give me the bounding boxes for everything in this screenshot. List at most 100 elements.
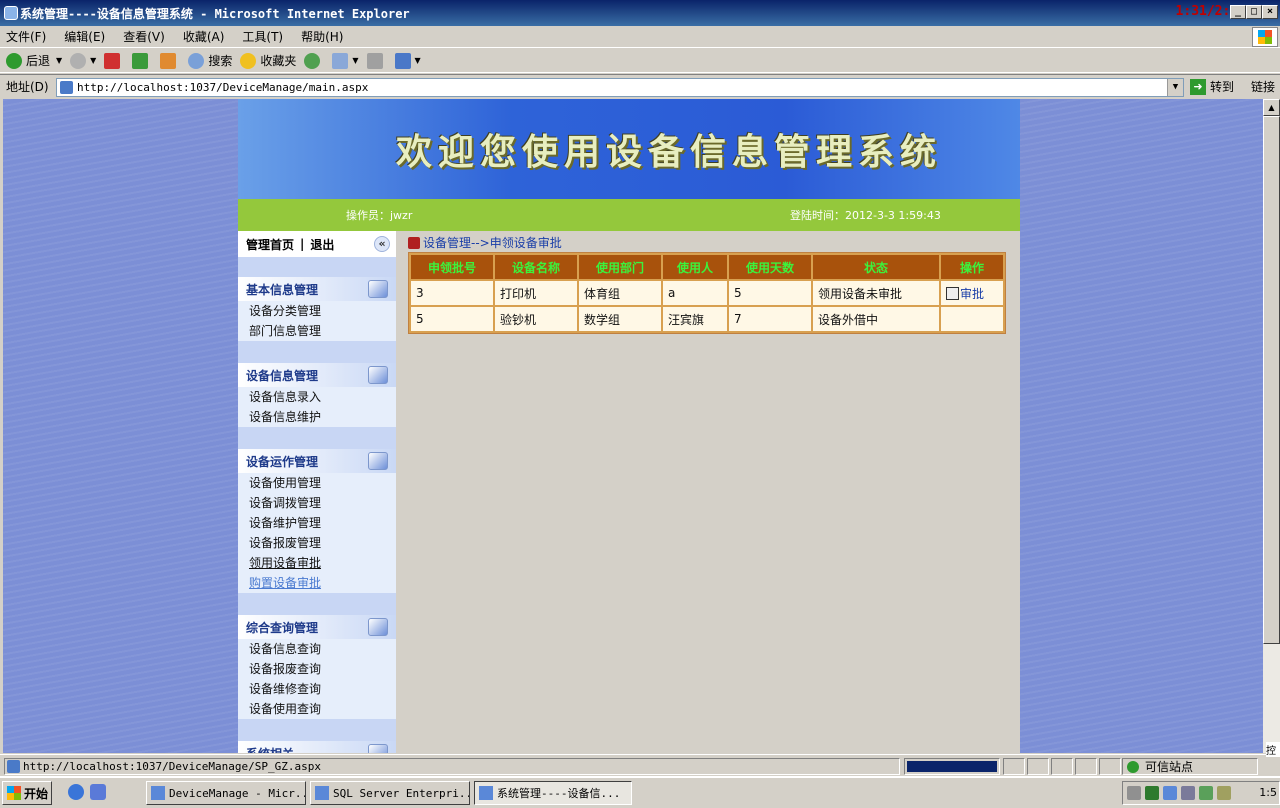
favorites-button[interactable]: 收藏夹 [240,52,296,69]
section-header[interactable]: 系统相关 [238,741,396,753]
window-titlebar: 系统管理----设备信息管理系统 - Microsoft Internet Ex… [0,0,1280,26]
logout-link[interactable]: 退出 [310,236,334,253]
edit-icon[interactable] [946,286,959,300]
tray-icon[interactable] [1181,786,1195,800]
status-cell [1099,758,1121,775]
refresh-button[interactable] [132,52,152,69]
breadcrumb: 设备管理-->申领设备审批 [408,234,562,251]
print-button[interactable] [366,52,387,69]
taskbar-item[interactable]: SQL Server Enterpri... [310,781,470,805]
cell-days: 5 [729,281,811,305]
mail-button[interactable]: ▼ [332,52,359,69]
close-button[interactable]: × [1262,5,1278,19]
section-header[interactable]: 设备信息管理 [238,363,396,387]
cell-batch-no: 3 [411,281,493,305]
cell-device-name: 打印机 [495,281,577,305]
edit-page-button[interactable]: ▼ [394,52,421,69]
page-viewport: 欢迎您使用设备信息管理系统 操作员：jwzr 登陆时间：2012-3-3 1:5… [3,99,1263,753]
sidebar-item[interactable]: 设备信息查询 [238,639,396,659]
sidebar-item[interactable]: 购置设备审批 [238,573,396,593]
section-header[interactable]: 综合查询管理 [238,615,396,639]
taskbar-item-active[interactable]: 系统管理----设备信... [474,781,632,805]
desktop-quicklaunch-icon[interactable] [90,784,106,800]
sidebar-item[interactable]: 设备分类管理 [238,301,396,321]
minimize-button[interactable]: _ [1230,5,1246,19]
operator-label: 操作员：jwzr [346,209,413,222]
sidebar-item[interactable]: 设备使用管理 [238,473,396,493]
cell-action: 审批 [941,281,1003,305]
sidebar-item[interactable]: 部门信息管理 [238,321,396,341]
taskbar-item[interactable]: DeviceManage - Micr... [146,781,306,805]
tray-icon[interactable] [1127,786,1141,800]
menu-favorites[interactable]: 收藏(A) [183,28,225,45]
address-label: 地址(D) [6,80,49,94]
section-header[interactable]: 基本信息管理 [238,277,396,301]
sidebar-item[interactable]: 设备报废查询 [238,659,396,679]
page-icon [7,760,20,773]
status-cell [1051,758,1073,775]
section-icon [368,744,388,753]
banner: 欢迎您使用设备信息管理系统 [238,99,1020,199]
address-input[interactable]: http://localhost:1037/DeviceManage/main.… [56,78,1184,97]
menu-help[interactable]: 帮助(H) [301,28,343,45]
home-link[interactable]: 管理首页 [246,236,294,253]
section-icon [368,366,388,384]
scroll-thumb[interactable] [1263,116,1280,644]
go-arrow-icon: ➜ [1190,78,1206,95]
start-button[interactable]: 开始 [2,781,52,805]
section-icon [368,280,388,298]
collapse-icon[interactable]: « [374,236,390,252]
scroll-up-icon[interactable]: ▲ [1263,99,1280,116]
address-dropdown-icon[interactable]: ▼ [1167,79,1183,96]
forward-button[interactable]: ▼ [70,52,96,69]
menu-view[interactable]: 查看(V) [123,28,165,45]
task-label: SQL Server Enterpri... [333,786,470,800]
breadcrumb-icon [408,236,420,249]
status-bar: http://localhost:1037/DeviceManage/SP_GZ… [0,754,1280,776]
search-icon [188,52,205,69]
sidebar-item[interactable]: 设备维护管理 [238,513,396,533]
sidebar-item[interactable]: 设备调拨管理 [238,493,396,513]
breadcrumb-text: 设备管理-->申领设备审批 [423,236,562,250]
section-title: 综合查询管理 [246,620,319,635]
sidebar-item[interactable]: 设备信息录入 [238,387,396,407]
section-title: 设备信息管理 [246,368,319,383]
history-button[interactable] [304,52,324,69]
sidebar-top: 管理首页 | 退出 « [238,231,396,257]
tray-icon[interactable] [1217,786,1231,800]
tray-icon[interactable] [1163,786,1177,800]
back-button[interactable]: 后退 ▼ [6,52,62,69]
cell-device-name: 验钞机 [495,307,577,331]
table-row: 5 验钞机 数学组 汪宾旗 7 设备外借中 [411,307,1003,331]
section-title: 系统相关 [246,745,294,754]
sidebar-item[interactable]: 设备使用查询 [238,699,396,719]
stop-button[interactable] [104,52,124,69]
menu-file[interactable]: 文件(F) [6,28,46,45]
system-tray: 1:5 [1122,781,1280,805]
table-row: 3 打印机 体育组 a 5 领用设备未审批 审批 [411,281,1003,305]
sidebar-item[interactable]: 领用设备审批 [238,553,396,573]
column-header: 使用人 [663,255,727,279]
section-header[interactable]: 设备运作管理 [238,449,396,473]
column-header: 申领批号 [411,255,493,279]
zone-label: 可信站点 [1145,760,1194,774]
vertical-scrollbar[interactable]: ▲ [1263,99,1280,753]
security-zone: 可信站点 [1122,758,1258,775]
menu-edit[interactable]: 编辑(E) [64,28,105,45]
sidebar-item[interactable]: 设备报废管理 [238,533,396,553]
section-icon [368,618,388,636]
tray-icon[interactable] [1145,786,1159,800]
sidebar-item[interactable]: 设备信息维护 [238,407,396,427]
window-icon [479,786,493,800]
home-button[interactable] [160,52,180,69]
go-button[interactable]: ➜ 转到 [1190,78,1234,95]
approve-link[interactable]: 审批 [960,287,984,301]
sidebar-item[interactable]: 设备维修查询 [238,679,396,699]
maximize-button[interactable]: □ [1246,5,1262,19]
ie-quicklaunch-icon[interactable] [68,784,84,800]
tray-icon[interactable] [1199,786,1213,800]
search-button[interactable]: 搜索 [188,52,232,69]
links-button[interactable]: 链接 [1251,78,1275,95]
menu-tools[interactable]: 工具(T) [242,28,283,45]
print-icon [366,52,383,69]
